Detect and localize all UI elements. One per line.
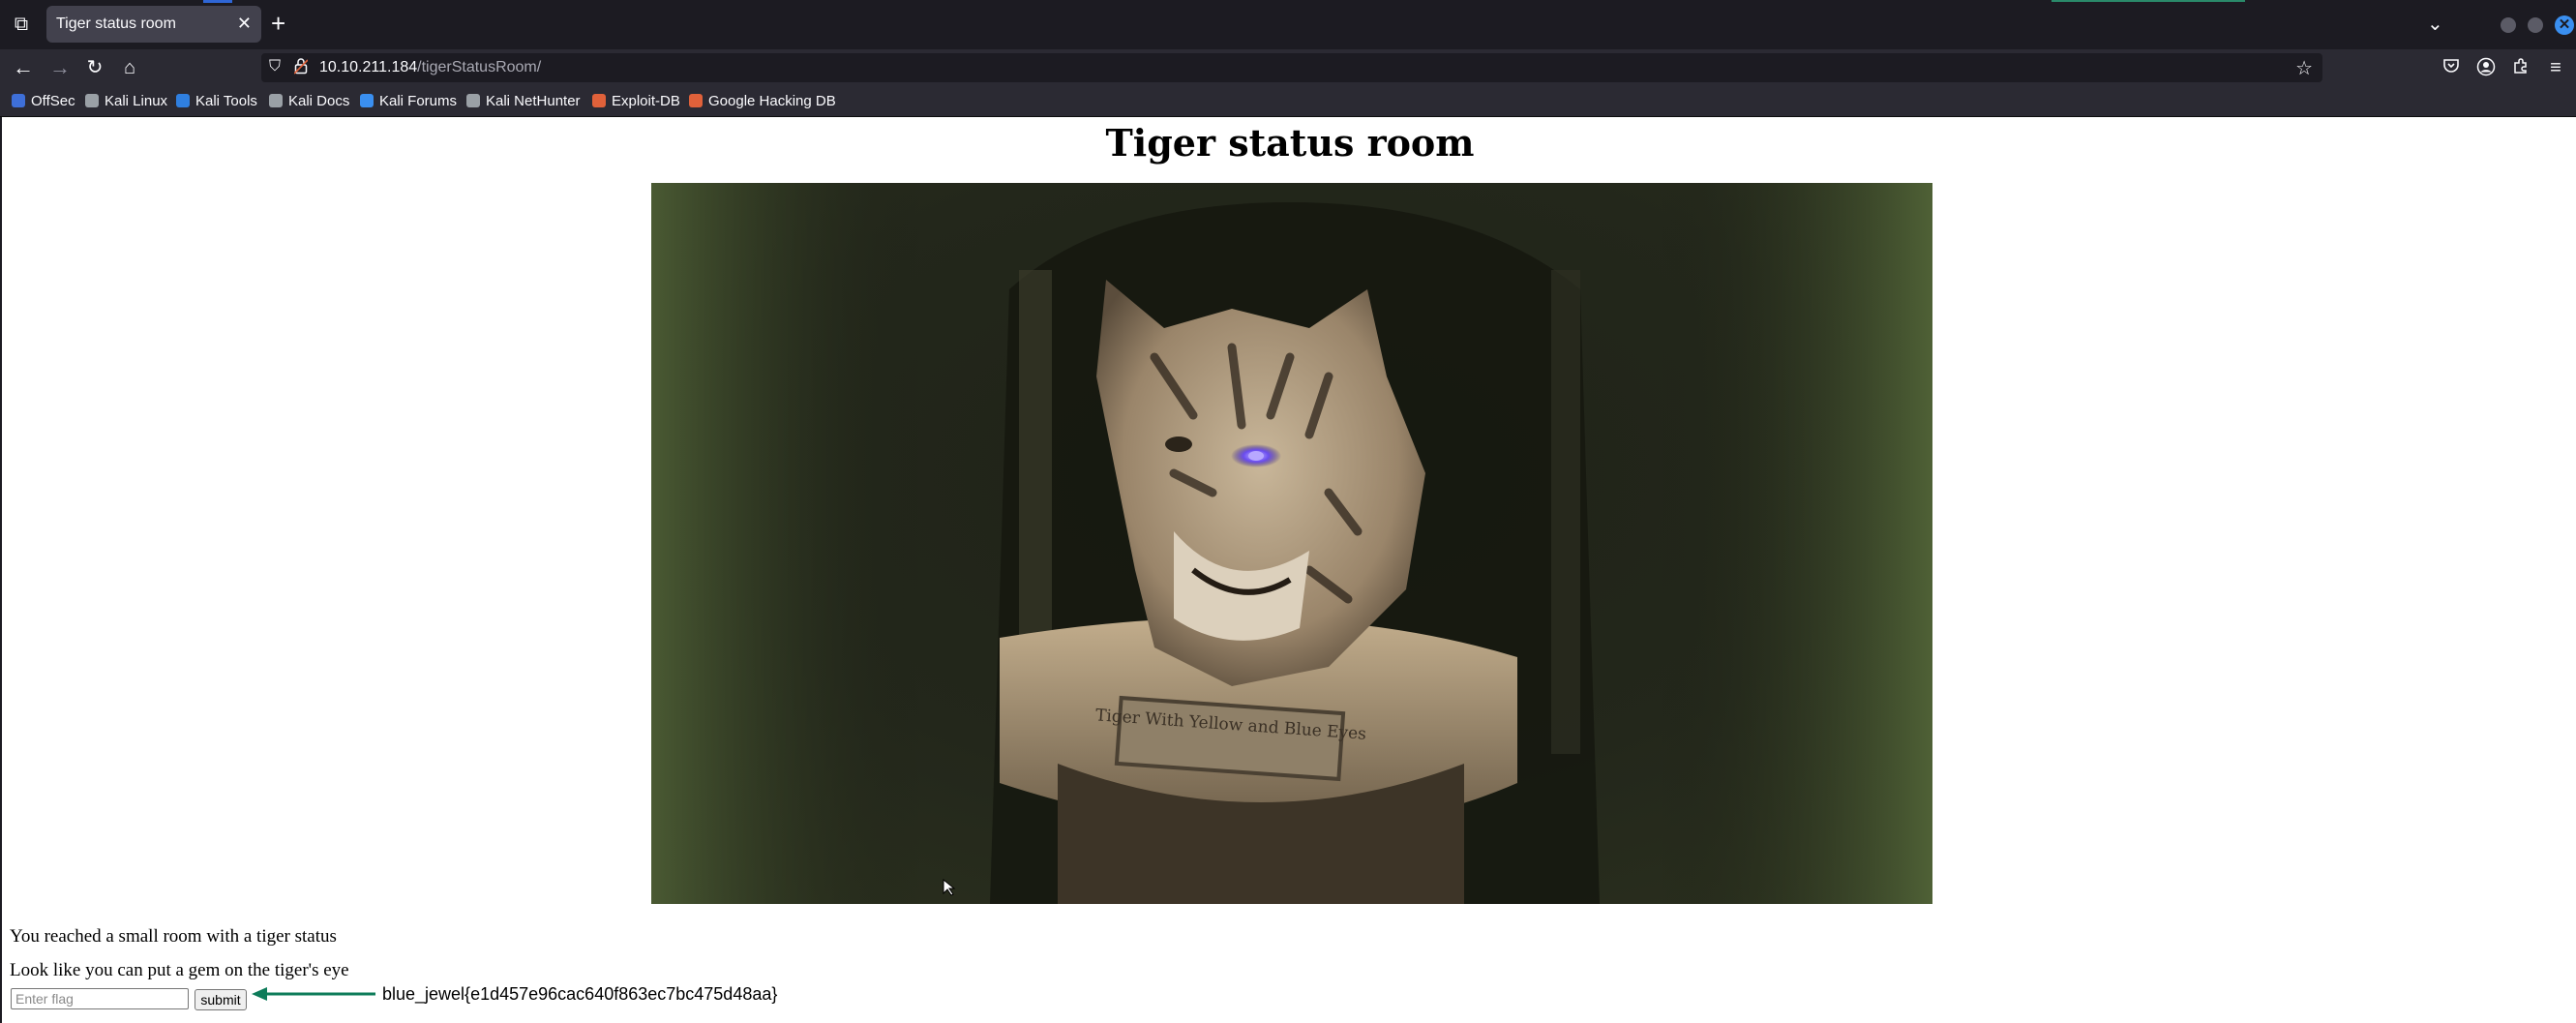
tracking-shield-icon[interactable]: ⛉ xyxy=(269,58,281,75)
extensions-icon[interactable] xyxy=(2510,57,2531,78)
pocket-icon[interactable] xyxy=(2441,57,2462,78)
bookmark-label: Kali Linux xyxy=(105,92,168,109)
forward-arrow-icon[interactable]: → xyxy=(48,56,72,79)
tab-bar-accent xyxy=(203,0,232,3)
bookmarks-toolbar: OffSec Kali Linux Kali Tools Kali Docs Kali … xyxy=(0,85,2576,117)
tab-bar-accent xyxy=(2052,0,2245,2)
url-path: /tigerStatusRoom/ xyxy=(417,59,542,75)
bookmark-label: OffSec xyxy=(31,92,75,109)
bookmark-label: Google Hacking DB xyxy=(708,92,836,109)
bookmark-label: Kali Tools xyxy=(195,92,257,109)
tab-list-icon[interactable]: ⧉ xyxy=(10,14,33,35)
kali-icon xyxy=(466,94,480,107)
bookmark-item[interactable]: Kali NetHunter xyxy=(466,91,581,110)
bookmark-item[interactable]: Kali Tools xyxy=(176,91,257,110)
url-host: 10.10.211.184 xyxy=(319,59,418,75)
exploitdb-icon xyxy=(592,94,606,107)
ghdb-icon xyxy=(689,94,703,107)
bookmark-item[interactable]: Kali Forums xyxy=(360,91,457,110)
bookmark-item[interactable]: Exploit-DB xyxy=(592,91,680,110)
bookmark-label: Kali Forums xyxy=(379,92,458,109)
bookmark-item[interactable]: OffSec xyxy=(12,91,75,110)
insecure-lock-icon[interactable] xyxy=(293,57,309,79)
flag-annotation-text: blue_jewel{e1d457e96cac640f863ec7bc475d4… xyxy=(382,984,778,1004)
tab-title: Tiger status room xyxy=(56,15,176,32)
tab-bar: ⧉ Tiger status room ✕ + ⌄ ✕ xyxy=(0,0,2576,49)
page-content: Tiger status room Tiger With Yellow and … xyxy=(0,117,2576,1023)
bookmark-label: Exploit-DB xyxy=(612,92,680,109)
kali-forums-icon xyxy=(360,94,374,107)
account-icon[interactable] xyxy=(2475,57,2497,78)
close-tab-icon[interactable]: ✕ xyxy=(237,14,252,34)
minimize-window-icon[interactable] xyxy=(2501,17,2516,33)
address-bar[interactable]: ⛉ 10.10.211.184/tigerStatusRoom/ ☆ xyxy=(261,53,2322,82)
reload-icon[interactable]: ↻ xyxy=(83,56,106,79)
kali-icon xyxy=(85,94,99,107)
new-tab-icon[interactable]: + xyxy=(271,10,285,37)
offsec-icon xyxy=(12,94,25,107)
bookmark-label: Kali Docs xyxy=(288,92,350,109)
bookmark-item[interactable]: Google Hacking DB xyxy=(689,91,836,110)
close-window-icon[interactable]: ✕ xyxy=(2555,15,2574,35)
submit-button[interactable]: submit xyxy=(195,989,247,1010)
chevron-down-icon[interactable]: ⌄ xyxy=(2427,12,2443,36)
bookmark-label: Kali NetHunter xyxy=(486,92,581,109)
kali-icon xyxy=(269,94,283,107)
url-text[interactable]: 10.10.211.184/tigerStatusRoom/ xyxy=(319,59,541,76)
paragraph-room: You reached a small room with a tiger st… xyxy=(10,926,337,947)
app-menu-icon[interactable]: ≡ xyxy=(2545,57,2566,78)
home-icon[interactable]: ⌂ xyxy=(118,56,141,79)
kali-tools-icon xyxy=(176,94,190,107)
bookmark-star-icon[interactable]: ☆ xyxy=(2295,56,2313,80)
paragraph-gem-hint: Look like you can put a gem on the tiger… xyxy=(10,960,349,980)
bookmark-item[interactable]: Kali Docs xyxy=(269,91,349,110)
bookmark-item[interactable]: Kali Linux xyxy=(85,91,167,110)
page-title: Tiger status room xyxy=(1105,121,1475,165)
annotation-arrow-icon xyxy=(252,987,375,1001)
active-tab[interactable]: Tiger status room ✕ xyxy=(46,6,261,43)
tiger-statue-image: Tiger With Yellow and Blue Eyes xyxy=(651,183,1932,904)
navigation-bar: ← → ↻ ⌂ ⛉ 10.10.211.184/tigerStatusRoom/… xyxy=(0,49,2576,85)
maximize-window-icon[interactable] xyxy=(2528,17,2543,33)
back-arrow-icon[interactable]: ← xyxy=(12,56,35,79)
flag-input[interactable] xyxy=(11,988,189,1009)
